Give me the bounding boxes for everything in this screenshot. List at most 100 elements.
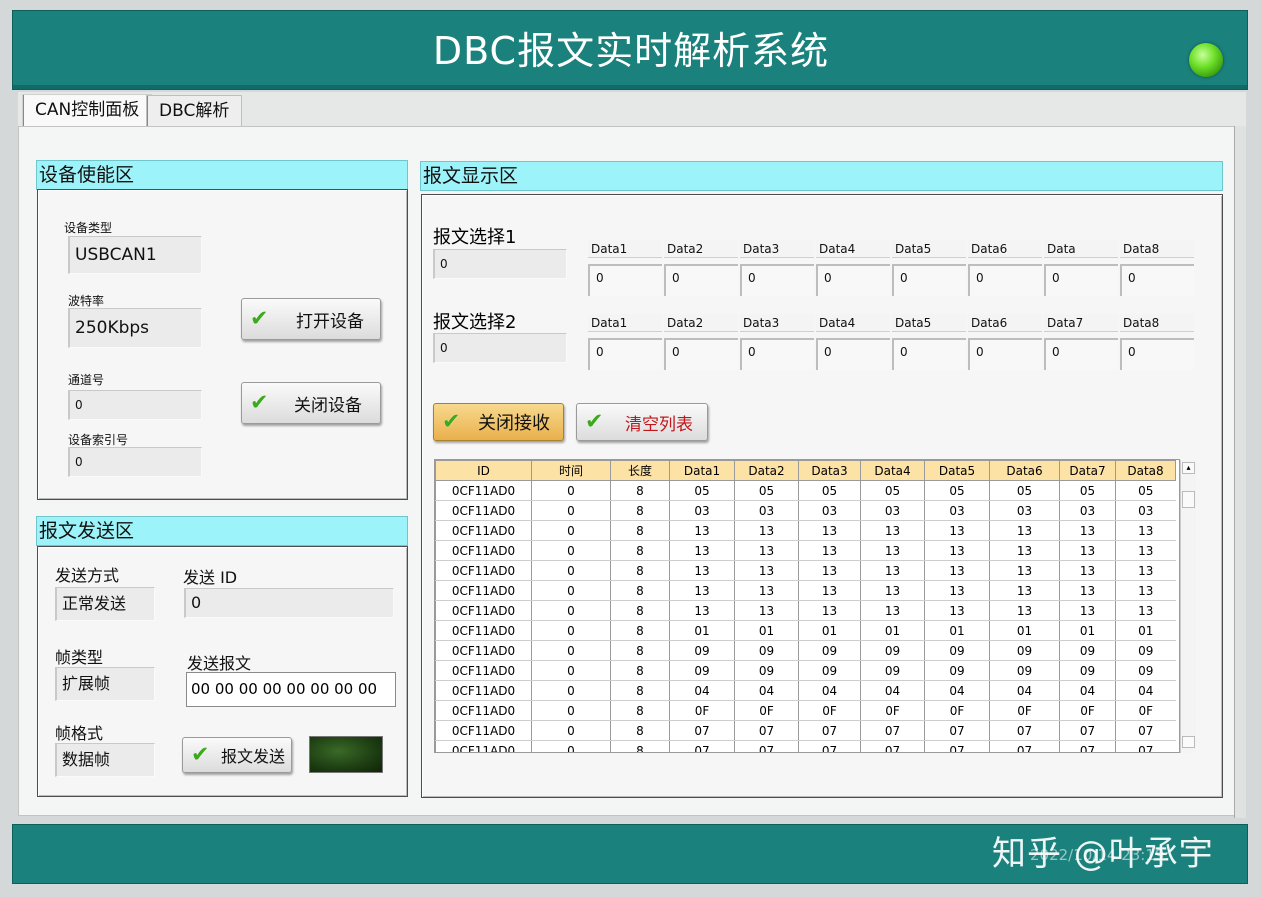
- device-type-field[interactable]: USBCAN1: [68, 236, 202, 274]
- table-header-cell[interactable]: Data1: [669, 460, 735, 481]
- table-cell: 13: [924, 540, 990, 561]
- table-row[interactable]: 0CF11AD0 0 8 07 07 07 07 07 07 07 07: [435, 740, 1176, 752]
- frame-type-field[interactable]: 扩展帧: [55, 667, 155, 701]
- table-cell: 03: [989, 500, 1060, 521]
- table-cell: 09: [989, 660, 1060, 681]
- clear-list-button[interactable]: ✔ 清空列表: [576, 403, 708, 441]
- data-field-value[interactable]: 0: [740, 338, 814, 370]
- message-table-container[interactable]: ID 时间 长度 Data1 Data2 Data3 Data4 Data5 Data6 Data…: [434, 459, 1180, 753]
- message-input[interactable]: 00 00 00 00 00 00 00 00: [186, 672, 396, 707]
- table-cell: 8: [610, 500, 670, 521]
- baud-rate-field[interactable]: 250Kbps: [68, 308, 202, 348]
- table-cell: 09: [1115, 640, 1176, 661]
- table-header-cell[interactable]: ID: [435, 460, 532, 481]
- table-cell: 13: [924, 560, 990, 581]
- table-header-cell[interactable]: Data7: [1059, 460, 1116, 481]
- data-field-label: Data3: [740, 314, 814, 332]
- open-device-button[interactable]: ✔ 打开设备: [241, 298, 381, 340]
- data-field-value[interactable]: 0: [968, 338, 1042, 370]
- data-field-value[interactable]: 0: [892, 338, 966, 370]
- table-row[interactable]: 0CF11AD0 0 8 07 07 07 07 07 07 07 07: [435, 720, 1176, 741]
- device-type-label: 设备类型: [64, 221, 113, 235]
- scroll-thumb[interactable]: [1182, 491, 1195, 508]
- data-row-1: Data1 0 Data2 0 Data3 0 Data4 0 Data5 0 Data6 0 Data…: [588, 240, 1202, 298]
- send-message-button[interactable]: ✔ 报文发送: [182, 737, 292, 773]
- channel-field[interactable]: 0: [68, 390, 202, 420]
- table-cell: 13: [1059, 600, 1116, 621]
- table-row[interactable]: 0CF11AD0 0 8 03 03 03 03 03 03 03 03: [435, 500, 1176, 521]
- table-row[interactable]: 0CF11AD0 0 8 13 13 13 13 13 13 13 13: [435, 600, 1176, 621]
- data-field-value[interactable]: 0: [1044, 264, 1118, 296]
- table-row[interactable]: 0CF11AD0 0 8 13 13 13 13 13 13 13 13: [435, 560, 1176, 581]
- data-field-value[interactable]: 0: [968, 264, 1042, 296]
- close-device-button[interactable]: ✔ 关闭设备: [241, 382, 381, 424]
- table-cell: 8: [610, 680, 670, 701]
- table-header-cell[interactable]: 长度: [610, 460, 670, 481]
- table-row[interactable]: 0CF11AD0 0 8 01 01 01 01 01 01 01 01: [435, 620, 1176, 641]
- table-header-cell[interactable]: Data4: [860, 460, 925, 481]
- table-cell: 09: [798, 660, 861, 681]
- title-bar: DBC报文实时解析系统: [12, 10, 1248, 90]
- frame-format-field[interactable]: 数据帧: [55, 743, 155, 777]
- data-field-value[interactable]: 0: [892, 264, 966, 296]
- table-cell: 13: [1059, 520, 1116, 541]
- table-cell: 05: [1059, 480, 1116, 501]
- device-index-field[interactable]: 0: [68, 447, 202, 477]
- data-field-label: Data1: [588, 240, 662, 258]
- scroll-up-icon[interactable]: ▴: [1182, 462, 1195, 474]
- table-header-cell[interactable]: Data8: [1115, 460, 1176, 481]
- data-field-label: Data3: [740, 240, 814, 258]
- table-cell: 0: [531, 480, 611, 501]
- display-section-title: 报文显示区: [420, 161, 1223, 191]
- data-field-value[interactable]: 0: [588, 338, 662, 370]
- select2-field[interactable]: 0: [433, 333, 567, 363]
- table-row[interactable]: 0CF11AD0 0 8 13 13 13 13 13 13 13 13: [435, 580, 1176, 601]
- table-header-cell[interactable]: Data5: [924, 460, 990, 481]
- send-mode-field[interactable]: 正常发送: [55, 587, 155, 621]
- data-field-value[interactable]: 0: [664, 264, 738, 296]
- table-cell: 01: [924, 620, 990, 641]
- tab-can-control[interactable]: CAN控制面板: [22, 94, 153, 128]
- table-cell: 13: [1059, 580, 1116, 601]
- table-row[interactable]: 0CF11AD0 0 8 09 09 09 09 09 09 09 09: [435, 660, 1176, 681]
- table-cell: 0CF11AD0: [435, 540, 532, 561]
- table-cell: 13: [798, 540, 861, 561]
- data-field-value[interactable]: 0: [588, 264, 662, 296]
- table-cell: 05: [1115, 480, 1176, 501]
- send-id-field[interactable]: 0: [184, 588, 394, 618]
- table-header-cell[interactable]: Data6: [989, 460, 1060, 481]
- data-field-value[interactable]: 0: [1120, 338, 1194, 370]
- table-cell: 04: [860, 680, 925, 701]
- data-field-value[interactable]: 0: [664, 338, 738, 370]
- table-row[interactable]: 0CF11AD0 0 8 13 13 13 13 13 13 13 13: [435, 520, 1176, 541]
- table-cell: 13: [734, 600, 799, 621]
- device-index-label: 设备索引号: [68, 433, 129, 447]
- table-cell: 0: [531, 500, 611, 521]
- table-header-cell[interactable]: 时间: [531, 460, 611, 481]
- table-cell: 0CF11AD0: [435, 680, 532, 701]
- frame-format-label: 帧格式: [55, 724, 104, 743]
- scroll-down-icon[interactable]: [1182, 736, 1195, 748]
- table-cell: 0: [531, 680, 611, 701]
- table-cell: 0F: [669, 700, 735, 721]
- data-field-value[interactable]: 0: [816, 338, 890, 370]
- table-cell: 13: [669, 600, 735, 621]
- select1-field[interactable]: 0: [433, 249, 567, 279]
- table-cell: 13: [798, 560, 861, 581]
- data-field-value[interactable]: 0: [816, 264, 890, 296]
- table-header-cell[interactable]: Data2: [734, 460, 799, 481]
- table-row[interactable]: 0CF11AD0 0 8 13 13 13 13 13 13 13 13: [435, 540, 1176, 561]
- data-field-value[interactable]: 0: [1120, 264, 1194, 296]
- table-row[interactable]: 0CF11AD0 0 8 0F 0F 0F 0F 0F 0F 0F 0F: [435, 700, 1176, 721]
- table-row[interactable]: 0CF11AD0 0 8 04 04 04 04 04 04 04 04: [435, 680, 1176, 701]
- table-cell: 07: [989, 740, 1060, 752]
- table-scrollbar[interactable]: ▴: [1180, 460, 1196, 753]
- table-row[interactable]: 0CF11AD0 0 8 05 05 05 05 05 05 05 05: [435, 480, 1176, 501]
- table-header-cell[interactable]: Data3: [798, 460, 861, 481]
- table-cell: 07: [924, 740, 990, 752]
- stop-receive-button[interactable]: ✔ 关闭接收: [433, 403, 564, 441]
- tab-dbc-parse[interactable]: DBC解析: [146, 95, 243, 127]
- data-field-value[interactable]: 0: [740, 264, 814, 296]
- data-field-value[interactable]: 0: [1044, 338, 1118, 370]
- table-row[interactable]: 0CF11AD0 0 8 09 09 09 09 09 09 09 09: [435, 640, 1176, 661]
